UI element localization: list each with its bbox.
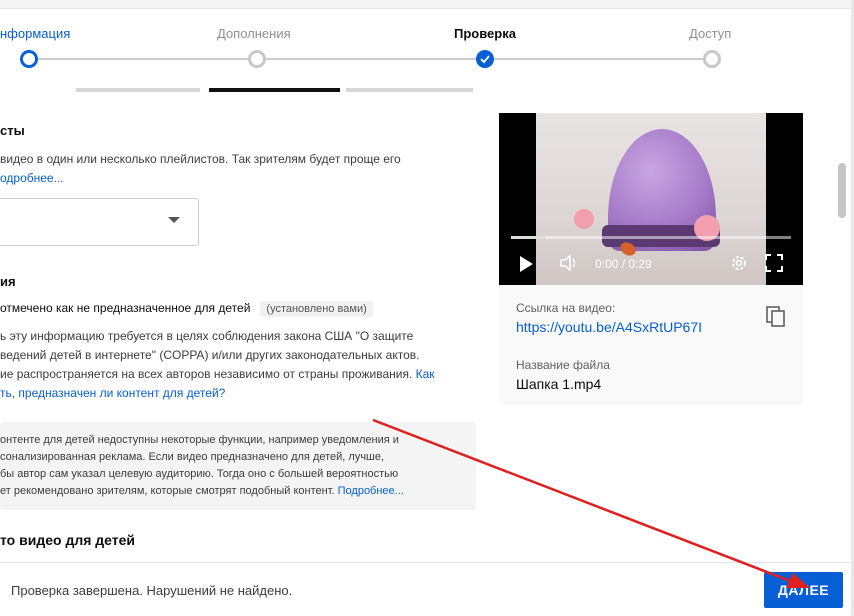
step-visibility-dot[interactable] xyxy=(703,50,721,68)
coppa-text-line: ведений детей в интернете" (COPPA) и/или… xyxy=(0,348,420,362)
info-text-line: сонализированная реклама. Если видео пре… xyxy=(0,451,385,463)
thumbnail-option[interactable] xyxy=(76,88,200,92)
checks-status: Проверка завершена. Нарушений не найдено… xyxy=(11,583,293,598)
video-progress-fill xyxy=(511,236,545,239)
info-text-line: бы автор сам указал целевую аудиторию. Т… xyxy=(0,468,399,480)
gear-icon[interactable] xyxy=(730,254,748,272)
info-more-link[interactable]: Подробнее... xyxy=(338,485,404,497)
step-checks-label[interactable]: Проверка xyxy=(454,26,516,41)
audience-status-row: отмечено как не предназначенное для дете… xyxy=(0,301,373,317)
play-icon[interactable] xyxy=(520,256,533,272)
video-time: 0:00 / 0:29 xyxy=(595,257,652,271)
made-for-kids-heading: то видео для детей xyxy=(0,532,136,548)
audience-chip: (установлено вами) xyxy=(260,301,373,317)
volume-icon[interactable] xyxy=(559,253,581,273)
video-player[interactable]: 0:00 / 0:29 xyxy=(499,113,803,285)
step-extras-dot[interactable] xyxy=(248,50,266,68)
copy-icon[interactable] xyxy=(766,306,786,328)
step-extras-label[interactable]: Дополнения xyxy=(217,26,291,41)
thumbnail-option-selected[interactable] xyxy=(209,88,340,92)
fullscreen-icon[interactable] xyxy=(765,254,783,272)
upload-dialog: нформация Дополнения Проверка Доступ сты… xyxy=(0,0,854,616)
checkmark-icon xyxy=(480,55,490,64)
info-text-line: онтенте для детей недоступны некоторые ф… xyxy=(0,434,399,446)
file-name: Шапка 1.mp4 xyxy=(516,376,602,392)
video-link[interactable]: https://youtu.be/A4SxRtUP67I xyxy=(516,319,702,335)
thumbnail-option[interactable] xyxy=(346,88,473,92)
next-button[interactable]: ДАЛЕЕ xyxy=(764,572,843,608)
playlists-description: видео в один или несколько плейлистов. Т… xyxy=(0,150,480,188)
coppa-link[interactable]: ть, предназначен ли контент для детей? xyxy=(0,386,225,400)
playlists-text: видео в один или несколько плейлистов. Т… xyxy=(0,152,401,166)
scrollbar-thumb[interactable] xyxy=(838,163,846,218)
playlists-heading: сты xyxy=(0,123,25,138)
video-link-label: Ссылка на видео: xyxy=(516,301,616,315)
stepper-line xyxy=(30,58,712,60)
dialog-top-edge xyxy=(0,0,854,9)
step-checks-dot[interactable] xyxy=(476,50,494,68)
audience-heading: ия xyxy=(0,274,16,289)
dropdown-arrow-icon xyxy=(168,217,180,223)
file-name-label: Название файла xyxy=(516,358,610,372)
coppa-description: ь эту информацию требуется в целях соблю… xyxy=(0,327,480,403)
coppa-link[interactable]: Как xyxy=(416,367,435,381)
playlists-more-link[interactable]: одробнее... xyxy=(0,171,64,185)
coppa-text-line: ь эту информацию требуется в целях соблю… xyxy=(0,329,414,343)
pompom-image xyxy=(574,209,594,229)
coppa-text-line: ие распространяется на всех авторов неза… xyxy=(0,367,416,381)
step-visibility-label[interactable]: Доступ xyxy=(689,26,731,41)
info-text: онтенте для детей недоступны некоторые ф… xyxy=(0,432,470,500)
step-details-label[interactable]: нформация xyxy=(0,26,70,41)
video-progress-track[interactable] xyxy=(511,236,791,239)
info-text-line: ет рекомендовано зрителям, которые смотр… xyxy=(0,485,338,497)
audience-status: отмечено как не предназначенное для дете… xyxy=(0,301,251,315)
step-details-dot[interactable] xyxy=(20,50,38,68)
